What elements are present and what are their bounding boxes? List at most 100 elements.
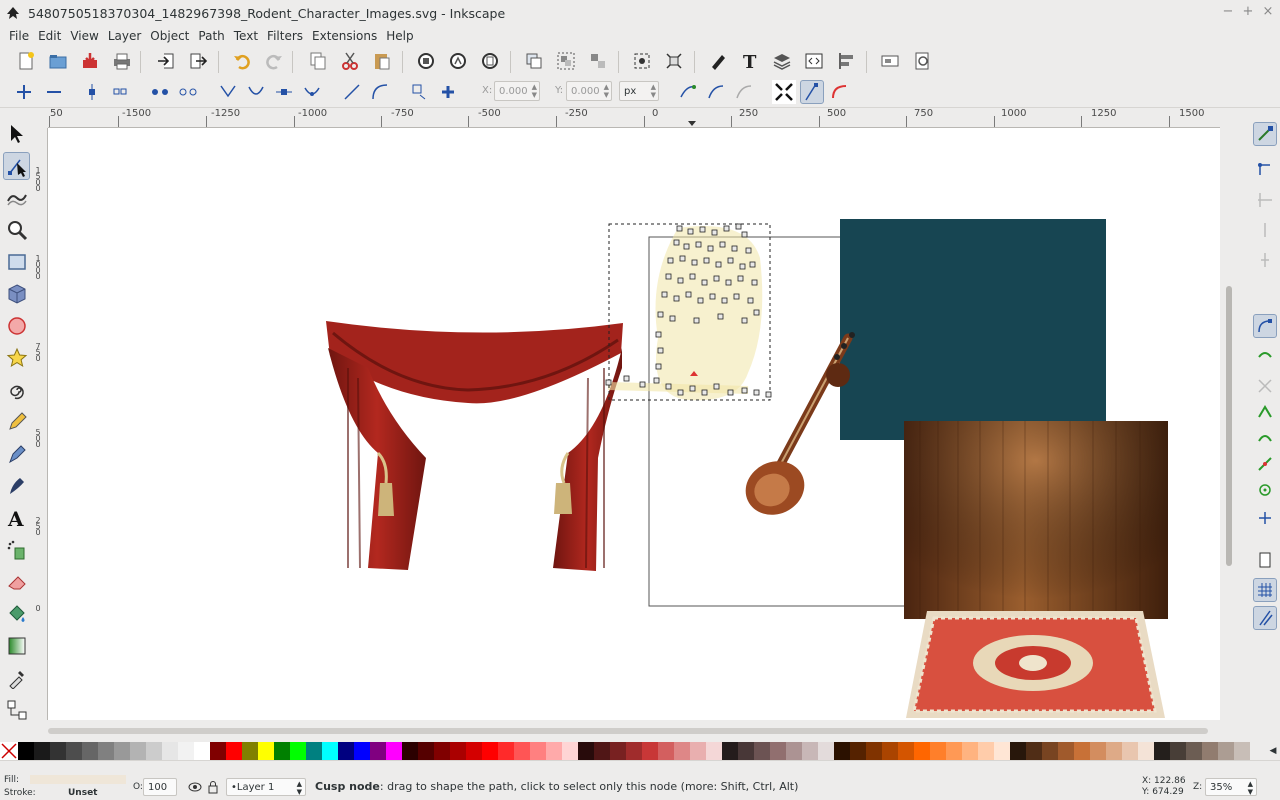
fill-stroke-icon[interactable] [630,49,654,73]
snap-midpoints-icon[interactable] [1253,452,1277,476]
maximize-button[interactable]: + [1240,4,1256,19]
wood-panel-image[interactable] [904,421,1168,619]
color-swatch[interactable] [306,742,322,760]
print-icon[interactable] [110,49,134,73]
save-icon[interactable] [78,49,102,73]
zoom-page-icon[interactable] [478,49,502,73]
vertical-scrollbar-thumb[interactable] [1226,286,1232,566]
eraser-tool-icon[interactable] [3,568,30,596]
selected-path[interactable] [605,223,772,401]
color-swatch[interactable] [898,742,914,760]
transform-icon[interactable] [662,49,686,73]
show-transform-handles-icon[interactable] [772,80,796,104]
color-swatch[interactable] [450,742,466,760]
group-icon[interactable] [554,49,578,73]
new-document-icon[interactable] [14,49,38,73]
color-swatch[interactable] [418,742,434,760]
color-swatch[interactable] [802,742,818,760]
opacity-field[interactable]: 100 [143,778,177,796]
pen-tool-icon[interactable] [3,440,30,468]
color-swatch[interactable] [978,742,994,760]
fill-indicator[interactable] [30,775,126,784]
sitar-image[interactable] [737,332,855,524]
next-path-effect-icon[interactable] [676,80,700,104]
color-swatch[interactable] [482,742,498,760]
color-swatch[interactable] [1234,742,1250,760]
color-swatch[interactable] [322,742,338,760]
undo-icon[interactable] [230,49,254,73]
menu-filters[interactable]: Filters [263,29,307,43]
layer-visibility-icon[interactable] [188,780,202,794]
color-swatch[interactable] [1106,742,1122,760]
menu-view[interactable]: View [66,29,102,43]
snap-paths-icon[interactable] [1253,344,1277,368]
no-paint-swatch[interactable] [0,742,18,760]
join-nodes-icon[interactable] [80,80,104,104]
color-swatch[interactable] [114,742,130,760]
color-swatch[interactable] [1186,742,1202,760]
color-swatch[interactable] [178,742,194,760]
gradient-tool-icon[interactable] [3,632,30,660]
show-handles-icon[interactable] [800,80,824,104]
show-path-outline-icon[interactable] [828,80,852,104]
menu-text[interactable]: Text [230,29,262,43]
color-swatch[interactable] [34,742,50,760]
connector-tool-icon[interactable] [3,696,30,724]
stroke-value[interactable]: Unset [68,788,97,798]
snap-bounding-box-icon[interactable] [1253,158,1277,182]
export-icon[interactable] [186,49,210,73]
color-swatch[interactable] [1154,742,1170,760]
color-swatch[interactable] [834,742,850,760]
snap-smooth-nodes-icon[interactable] [1253,426,1277,450]
zoom-selection-icon[interactable] [414,49,438,73]
break-path-icon[interactable] [108,80,132,104]
duplicate-icon[interactable] [522,49,546,73]
stroke-to-path-icon[interactable] [436,80,460,104]
menu-path[interactable]: Path [194,29,228,43]
color-swatch[interactable] [530,742,546,760]
color-swatch[interactable] [1010,742,1026,760]
color-swatch[interactable] [370,742,386,760]
snap-cusp-nodes-icon[interactable] [1253,400,1277,424]
color-swatch[interactable] [274,742,290,760]
snap-page-border-icon[interactable] [1253,548,1277,572]
snap-object-centers-icon[interactable] [1253,478,1277,502]
zoom-field[interactable]: 35% ▲ ▼ [1205,778,1257,796]
vertical-scrollbar[interactable] [1222,128,1236,720]
color-swatch[interactable] [258,742,274,760]
color-swatch[interactable] [882,742,898,760]
color-swatch[interactable] [1218,742,1234,760]
calligraphy-tool-icon[interactable] [3,472,30,500]
pencil-tool-icon[interactable] [3,408,30,436]
ellipse-tool-icon[interactable] [3,312,30,340]
color-swatch[interactable] [226,742,242,760]
color-swatch[interactable] [146,742,162,760]
color-swatch[interactable] [98,742,114,760]
menu-layer[interactable]: Layer [104,29,145,43]
color-swatch[interactable] [850,742,866,760]
color-swatch[interactable] [1090,742,1106,760]
cut-icon[interactable] [338,49,362,73]
color-swatch[interactable] [658,742,674,760]
horizontal-scrollbar[interactable] [48,724,1220,738]
color-swatch[interactable] [386,742,402,760]
color-swatch[interactable] [498,742,514,760]
menu-object[interactable]: Object [146,29,193,43]
snap-bbox-edges-icon[interactable] [1253,188,1277,212]
color-swatch[interactable] [66,742,82,760]
color-swatch[interactable] [290,742,306,760]
xml-editor-icon[interactable] [802,49,826,73]
color-swatch[interactable] [546,742,562,760]
menu-extensions[interactable]: Extensions [308,29,381,43]
object-to-path-icon[interactable] [408,80,432,104]
color-swatch[interactable] [930,742,946,760]
close-button[interactable]: × [1260,4,1276,19]
zoom-tool-icon[interactable] [3,216,30,244]
palette-menu-icon[interactable]: ◀ [1266,742,1280,760]
color-swatch[interactable] [690,742,706,760]
color-swatch[interactable] [754,742,770,760]
clippath-icon[interactable] [704,80,728,104]
color-swatch[interactable] [946,742,962,760]
snap-intersections-icon[interactable] [1253,374,1277,398]
smooth-node-icon[interactable] [244,80,268,104]
